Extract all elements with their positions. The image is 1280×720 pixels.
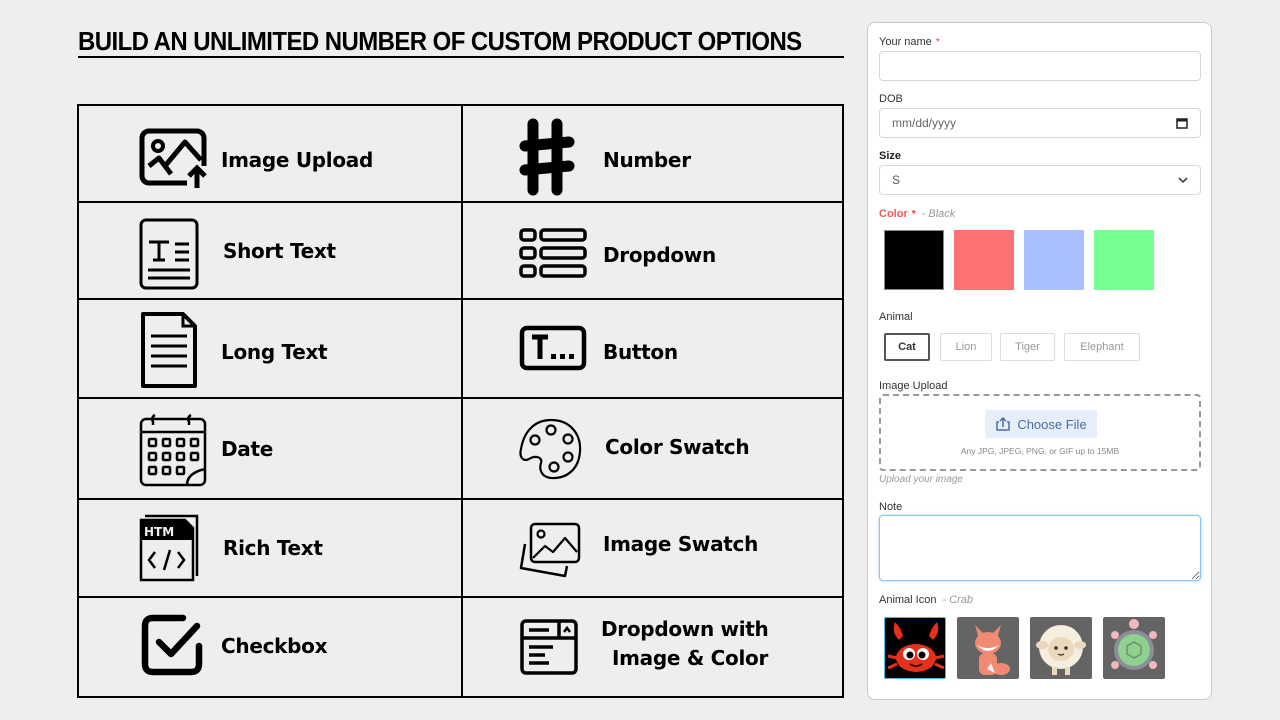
- option-rich-text: HTM Rich Text: [79, 500, 463, 598]
- list-icon: [519, 228, 587, 278]
- animal-icon-crab[interactable]: [884, 617, 946, 679]
- animal-icon-fox[interactable]: [957, 617, 1019, 679]
- animal-icon-selected-hint: - Crab: [942, 594, 974, 606]
- dob-input[interactable]: mm/dd/yyyy: [879, 108, 1201, 138]
- option-label: Rich Text: [223, 536, 323, 560]
- option-number: Number: [463, 106, 844, 203]
- page-headline: BUILD AN UNLIMITED NUMBER OF CUSTOM PROD…: [78, 28, 802, 56]
- choose-file-label: Choose File: [1017, 416, 1087, 432]
- turtle-icon: [1111, 619, 1157, 670]
- image-upload-label: Image Upload: [879, 380, 948, 392]
- size-select[interactable]: S: [879, 165, 1201, 195]
- animal-option-tiger[interactable]: Tiger: [1000, 333, 1055, 361]
- chevron-down-icon: [1178, 176, 1188, 183]
- product-options-form: Your name * DOB mm/dd/yyyy Size S Color * -…: [867, 22, 1212, 700]
- button-icon: [519, 325, 587, 371]
- checkbox-icon: [141, 614, 203, 676]
- calendar-picker-icon[interactable]: [1176, 117, 1188, 129]
- upload-icon: [996, 416, 1011, 431]
- animal-icon-sheep[interactable]: [1030, 617, 1092, 679]
- image-dropzone[interactable]: Choose File Any JPG, JPEG, PNG, or GIF u…: [879, 394, 1201, 471]
- option-label: Dropdown with: [601, 617, 769, 641]
- crab-icon: [887, 622, 945, 672]
- html-file-icon: HTM: [139, 514, 199, 582]
- image-stack-icon: [519, 522, 581, 578]
- dob-label: DOB: [879, 93, 903, 105]
- name-input[interactable]: [879, 51, 1201, 81]
- name-label: Your name *: [879, 36, 940, 48]
- choose-file-button[interactable]: Choose File: [985, 410, 1097, 438]
- option-label: Long Text: [221, 340, 328, 364]
- option-label: Color Swatch: [605, 435, 750, 459]
- color-selected-hint: - Black: [921, 208, 956, 220]
- option-dropdown: Dropdown: [463, 203, 844, 300]
- option-dropdown-image-color: Dropdown with Image & Color: [463, 598, 844, 696]
- color-swatch-green[interactable]: [1094, 230, 1154, 290]
- option-types-grid: Image Upload Number Short Text Dropdown …: [77, 104, 844, 698]
- option-checkbox: Checkbox: [79, 598, 463, 696]
- color-swatch-red[interactable]: [954, 230, 1014, 290]
- required-mark: *: [911, 209, 916, 220]
- color-swatch-blue[interactable]: [1024, 230, 1084, 290]
- headline-underline: [78, 56, 844, 58]
- option-label: Number: [603, 148, 691, 172]
- dropdown-window-icon: [520, 619, 578, 675]
- svg-text:HTM: HTM: [144, 525, 174, 539]
- animal-option-elephant[interactable]: Elephant: [1064, 333, 1140, 361]
- option-long-text: Long Text: [79, 300, 463, 399]
- upload-hint: Any JPG, JPEG, PNG, or GIF up to 15MB: [960, 446, 1120, 456]
- palette-icon: [519, 418, 582, 480]
- image-upload-icon: [139, 128, 207, 188]
- option-label: Date: [221, 437, 274, 461]
- option-label: Button: [603, 340, 678, 364]
- color-swatch-black[interactable]: [884, 230, 944, 290]
- fox-icon: [975, 625, 1010, 675]
- animal-option-cat[interactable]: Cat: [884, 333, 930, 361]
- option-button: Button: [463, 300, 844, 399]
- size-selected-value: S: [892, 173, 901, 187]
- size-label: Size: [879, 150, 902, 162]
- option-image-swatch: Image Swatch: [463, 500, 844, 598]
- option-short-text: Short Text: [79, 203, 463, 300]
- animal-label: Animal: [879, 311, 913, 323]
- animal-icon-label: Animal Icon - Crab: [879, 594, 974, 606]
- option-date: Date: [79, 399, 463, 500]
- animal-option-lion[interactable]: Lion: [940, 333, 992, 361]
- hash-icon: [519, 118, 575, 196]
- sheep-icon: [1036, 625, 1086, 675]
- dob-placeholder: mm/dd/yyyy: [892, 116, 957, 130]
- calendar-icon: [139, 413, 207, 487]
- option-label: Checkbox: [221, 634, 328, 658]
- option-label: Short Text: [223, 239, 336, 263]
- option-label: Image & Color: [612, 646, 769, 670]
- required-mark: *: [935, 37, 940, 48]
- document-icon: [141, 312, 197, 388]
- option-label: Dropdown: [603, 243, 716, 267]
- animal-icon-turtle[interactable]: [1103, 617, 1165, 679]
- option-label: Image Upload: [221, 148, 373, 172]
- note-textarea[interactable]: [879, 515, 1201, 581]
- short-text-icon: [139, 218, 199, 290]
- option-color-swatch: Color Swatch: [463, 399, 844, 500]
- color-label: Color * - Black: [879, 208, 956, 220]
- option-image-upload: Image Upload: [79, 106, 463, 203]
- upload-help-text: Upload your image: [879, 474, 963, 485]
- note-label: Note: [879, 501, 903, 513]
- option-label: Image Swatch: [603, 532, 759, 556]
